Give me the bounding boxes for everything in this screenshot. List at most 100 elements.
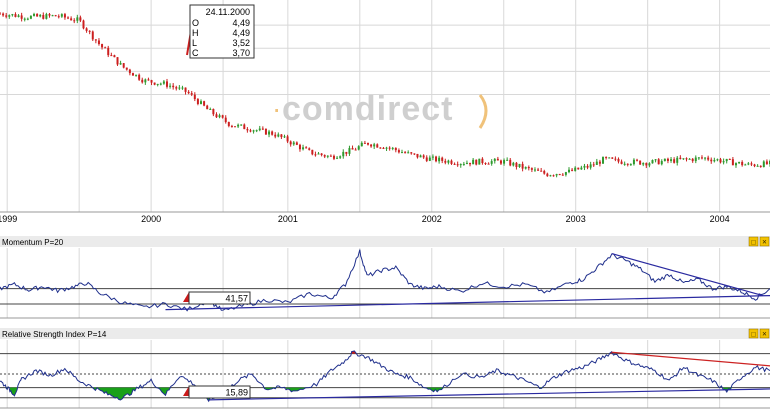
momentum-title: Momentum P=20 — [2, 238, 64, 247]
price-candle-body — [487, 163, 490, 165]
price-candle-body — [184, 87, 187, 92]
price-candle-body — [373, 144, 376, 147]
price-candle-body — [178, 87, 181, 89]
price-candle-body — [410, 152, 413, 154]
price-candle-body — [119, 63, 122, 65]
price-candle-body — [131, 73, 134, 76]
price-candle-body — [416, 153, 419, 158]
momentum-grid — [0, 248, 770, 319]
momentum-lines — [0, 249, 770, 312]
price-candle-body — [462, 163, 465, 165]
price-candle-body — [203, 101, 206, 106]
price-candle-body — [441, 157, 444, 161]
price-candle-body — [444, 160, 447, 163]
price-candle-body — [224, 117, 227, 123]
price-candle-body — [366, 142, 369, 145]
price-candle-body — [694, 157, 697, 162]
price-candle-body — [738, 161, 741, 164]
price-candle-body — [456, 164, 459, 166]
price-candle-body — [363, 142, 366, 144]
momentum-panel: Momentum P=20 □ × 41,57 — [0, 236, 770, 319]
price-candle-body — [292, 142, 295, 145]
price-candle-body — [586, 165, 589, 168]
price-candle-body — [561, 174, 564, 176]
price-candle-body — [654, 159, 657, 161]
price-candle-body — [385, 147, 388, 149]
price-candle-body — [620, 161, 623, 164]
price-candle-body — [472, 159, 475, 165]
price-candle-body — [147, 79, 150, 81]
price-candle-body — [187, 91, 190, 94]
price-candle-body — [48, 14, 51, 16]
price-candle-body — [345, 151, 348, 154]
momentum-title-bar — [0, 236, 770, 247]
price-candle-body — [722, 161, 725, 163]
price-candle-body — [543, 170, 546, 174]
price-candle-body — [546, 173, 549, 177]
price-candle-body — [428, 157, 431, 161]
price-candle-body — [73, 20, 76, 22]
price-candle-body — [404, 152, 407, 154]
price-candle-body — [17, 15, 20, 17]
price-candle-body — [388, 147, 391, 149]
price-candle-body — [648, 163, 651, 166]
watermark-text: comdirect — [282, 90, 454, 128]
price-candle-body — [645, 163, 648, 166]
momentum-value-label: 41,57 — [225, 294, 248, 304]
price-candle-body — [26, 18, 29, 20]
price-candle-body — [298, 144, 301, 150]
price-candle-body — [261, 128, 264, 130]
price-candle-body — [509, 159, 512, 166]
price-candle-body — [707, 157, 710, 160]
price-candle-body — [583, 165, 586, 168]
price-candle-body — [314, 154, 317, 156]
price-candle-body — [88, 30, 91, 32]
price-panel: · comdirect 24.11.2000 O 4,49 H 4,49 L 3… — [0, 0, 770, 224]
price-candle-body — [759, 165, 762, 168]
price-candle-body — [218, 115, 221, 118]
price-candle-body — [60, 14, 63, 17]
price-candle-body — [2, 13, 5, 16]
price-candle-body — [700, 157, 703, 159]
price-candle-body — [376, 144, 379, 148]
indicator-trend-line — [611, 253, 763, 297]
price-candle-body — [435, 156, 438, 162]
x-axis: 1999 2000 2001 2002 2003 2004 — [0, 214, 730, 224]
price-candle-body — [329, 155, 332, 157]
price-candle-body — [326, 155, 329, 157]
price-candle-body — [209, 108, 212, 110]
x-tick-label: 2002 — [422, 214, 442, 224]
price-candle-body — [679, 157, 682, 159]
price-candle-body — [756, 165, 759, 167]
price-candle-body — [558, 174, 561, 176]
price-candle-body — [753, 164, 756, 167]
price-candle-body — [676, 157, 679, 163]
price-candle-body — [323, 155, 326, 157]
rsi-oversold-fill — [6, 387, 733, 402]
price-candle-body — [116, 57, 119, 65]
price-candle-body — [623, 163, 626, 165]
price-candle-body — [589, 164, 592, 168]
price-candle-body — [503, 160, 506, 164]
indicator-series-line — [0, 249, 770, 312]
rsi-panel: Relative Strength Index P=14 □ × 15,89 — [0, 328, 770, 409]
price-candle-body — [36, 14, 39, 17]
price-candle-body — [63, 14, 66, 18]
price-candle-body — [413, 153, 416, 155]
price-tooltip: 24.11.2000 O 4,49 H 4,49 L 3,52 C 3,70 — [186, 4, 255, 59]
price-candle-body — [728, 158, 731, 160]
price-candle-body — [246, 129, 249, 131]
momentum-close-icon: × — [762, 238, 767, 247]
price-candle-body — [651, 160, 654, 164]
price-candle-body — [317, 153, 320, 155]
price-candle-body — [478, 158, 481, 165]
price-candle-body — [407, 152, 410, 154]
price-candle-body — [617, 158, 620, 162]
price-candle-body — [673, 159, 676, 163]
price-candle-body — [533, 169, 536, 171]
price-candle-body — [571, 169, 574, 171]
price-candle-body — [670, 159, 673, 161]
price-candle-body — [595, 161, 598, 165]
price-candle-body — [5, 15, 8, 17]
tooltip-value-low: 3,52 — [232, 38, 250, 48]
